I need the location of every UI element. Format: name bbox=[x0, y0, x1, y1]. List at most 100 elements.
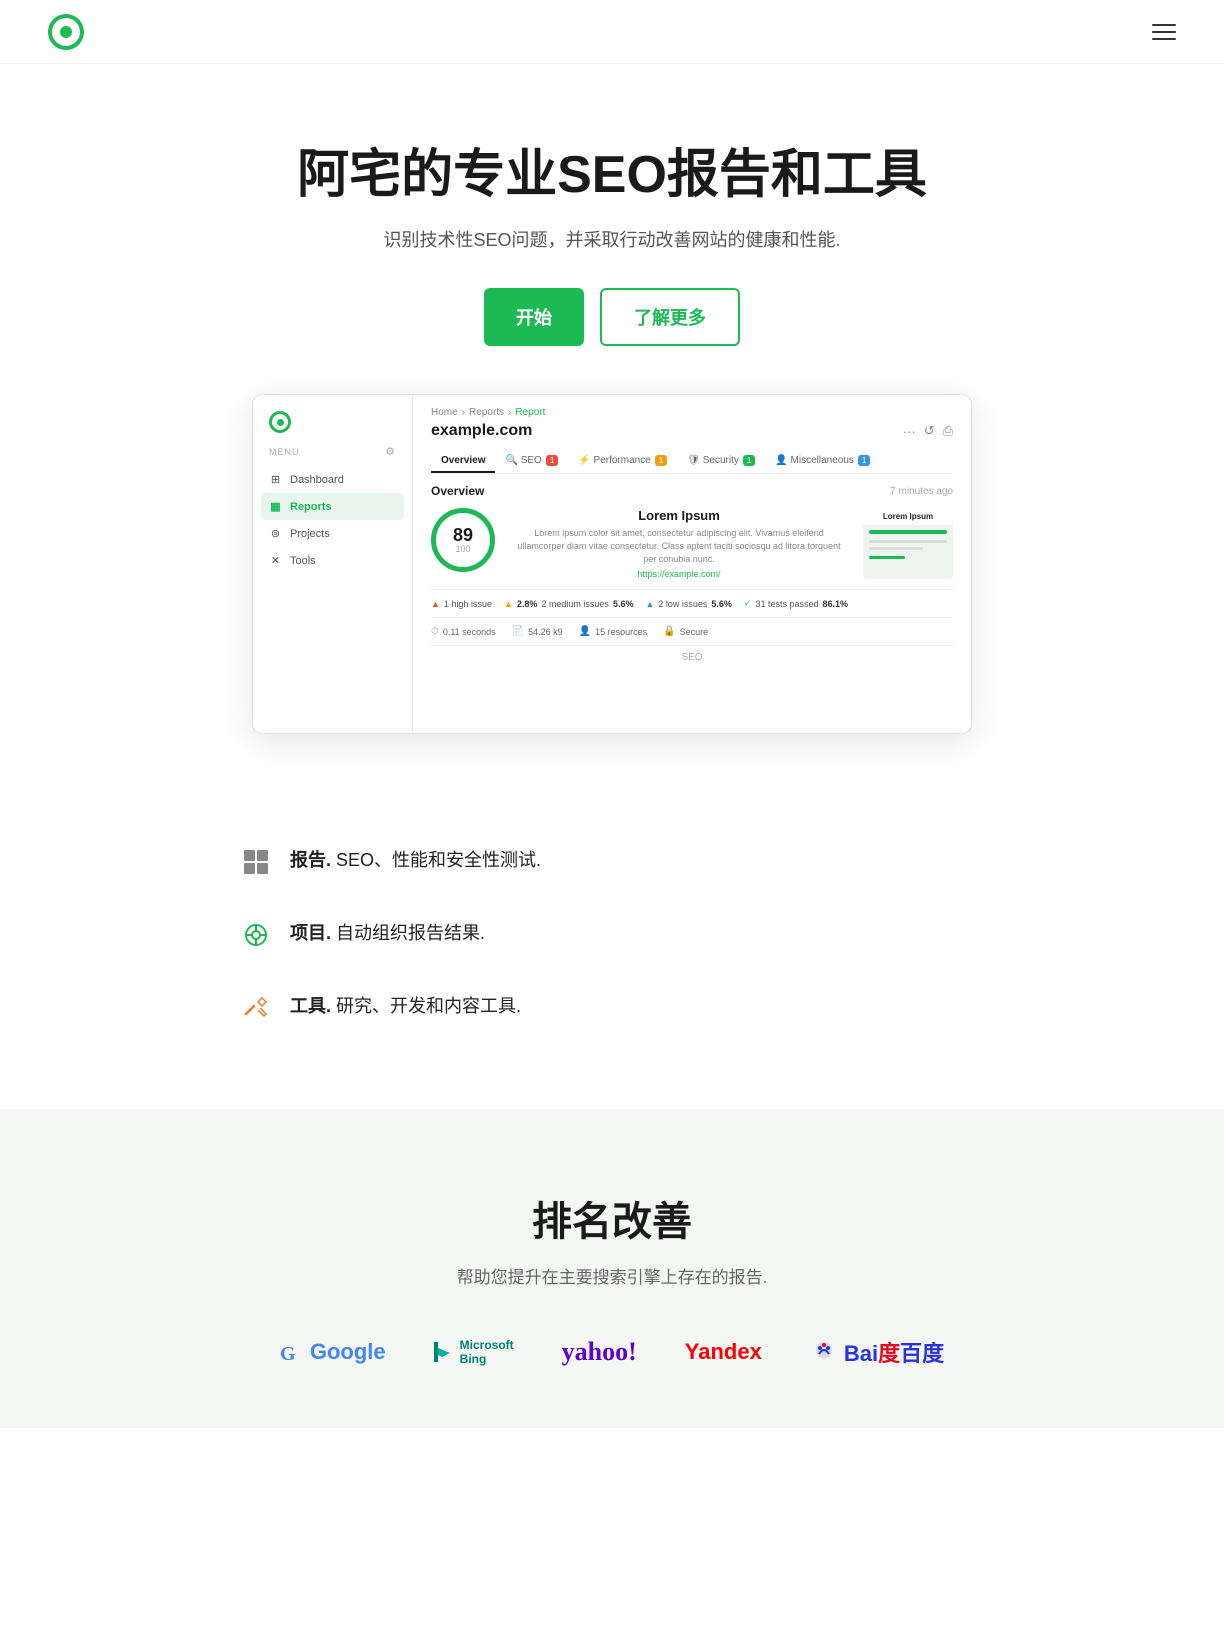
feature-projects: 项目. 自动组织报告结果. bbox=[242, 919, 982, 956]
print-icon[interactable]: ⎙ bbox=[943, 423, 953, 439]
yahoo-logo: yahoo! bbox=[562, 1337, 637, 1367]
dashboard-preview: MENU ⚙ ⊞ Dashboard ▦ Reports ⊚ Projects … bbox=[252, 394, 972, 734]
site-name: Lorem Ipsum bbox=[511, 508, 847, 523]
dash-logo-inner bbox=[277, 419, 284, 426]
navbar bbox=[0, 0, 1224, 64]
thumb-line-2 bbox=[869, 547, 923, 550]
site-desc: Lorem ipsum color sit amet, consectetur … bbox=[511, 527, 847, 565]
logo bbox=[48, 14, 84, 50]
low-issue: ▲ 2 low issues 5.6% bbox=[645, 598, 731, 609]
site-url[interactable]: https://example.com/ bbox=[511, 569, 847, 579]
feature-reports-title: 报告. bbox=[290, 850, 331, 870]
overview-header: Overview 7 minutes ago bbox=[431, 484, 953, 498]
projects-feature-icon bbox=[242, 921, 270, 956]
dashboard-main: Home › Reports › Report example.com ··· … bbox=[413, 395, 971, 733]
feature-projects-desc: 自动组织报告结果. bbox=[336, 923, 485, 943]
feature-reports: 报告. SEO、性能和安全性测试. bbox=[242, 846, 982, 883]
feature-projects-text: 项目. 自动组织报告结果. bbox=[290, 919, 485, 948]
dash-tabs: Overview 🔍 SEO 1 ⚡ Performance 1 🛡 Secur… bbox=[431, 450, 953, 474]
high-issue-icon: ▲ bbox=[431, 599, 440, 609]
score-circle: 89 100 bbox=[431, 508, 495, 572]
issues-row: ▲ 1 high issue ▲ 2.8% 2 medium issues 5.… bbox=[431, 589, 953, 609]
dashboard-sidebar: MENU ⚙ ⊞ Dashboard ▦ Reports ⊚ Projects … bbox=[253, 395, 413, 733]
hero-title: 阿宅的专业SEO报告和工具 bbox=[48, 144, 1176, 206]
tools-feature-icon bbox=[242, 994, 270, 1029]
site-title: example.com bbox=[431, 422, 532, 440]
dash-logo-circle bbox=[269, 411, 291, 433]
dash-menu-label: MENU ⚙ bbox=[253, 445, 412, 466]
sidebar-item-tools[interactable]: ✕ Tools bbox=[253, 547, 412, 574]
site-info: Lorem Ipsum Lorem ipsum color sit amet, … bbox=[511, 508, 847, 579]
google-logo: G Google bbox=[280, 1339, 386, 1365]
sidebar-item-projects[interactable]: ⊚ Projects bbox=[253, 520, 412, 547]
learn-more-button[interactable]: 了解更多 bbox=[600, 288, 740, 346]
hero-buttons: 开始 了解更多 bbox=[48, 288, 1176, 346]
svg-text:G: G bbox=[280, 1343, 296, 1364]
dash-logo bbox=[253, 411, 412, 445]
logo-inner bbox=[60, 26, 72, 38]
feature-tools-desc: 研究、开发和内容工具. bbox=[336, 996, 521, 1016]
tools-icon: ✕ bbox=[269, 554, 282, 567]
dash-actions: ··· ↺ ⎙ bbox=[903, 423, 953, 439]
tab-misc[interactable]: 👤 Miscellaneous 1 bbox=[765, 450, 880, 473]
menu-button[interactable] bbox=[1152, 24, 1176, 40]
thumb-line-1 bbox=[869, 540, 947, 543]
projects-icon: ⊚ bbox=[269, 527, 282, 540]
metrics-row: ⏱ 0.11 seconds 📄 54.26 k9 👤 15 resources… bbox=[431, 617, 953, 637]
tab-performance[interactable]: ⚡ Performance 1 bbox=[568, 450, 677, 473]
tab-overview[interactable]: Overview bbox=[431, 450, 495, 473]
low-issue-icon: ▲ bbox=[645, 599, 654, 609]
search-engines: G Google Microsoft Bing yahoo! Yandex bbox=[48, 1336, 1176, 1368]
overview-content: 89 100 Lorem Ipsum Lorem ipsum color sit… bbox=[431, 508, 953, 579]
settings-icon[interactable]: ⚙ bbox=[385, 445, 396, 458]
tests-passed: ✓ 31 tests passed 86.1% bbox=[744, 598, 848, 609]
security-badge: 1 bbox=[743, 455, 755, 466]
medium-issue: ▲ 2.8% 2 medium issues 5.6% bbox=[504, 598, 633, 609]
dash-title-row: example.com ··· ↺ ⎙ bbox=[431, 422, 953, 440]
baidu-logo: Bai度百度 bbox=[810, 1336, 944, 1368]
passed-icon: ✓ bbox=[744, 598, 752, 609]
breadcrumb: Home › Reports › Report bbox=[431, 407, 953, 418]
thumb-button bbox=[869, 556, 905, 559]
tab-security[interactable]: 🛡 Security 1 bbox=[677, 450, 765, 473]
metric-speed: ⏱ 0.11 seconds bbox=[431, 626, 496, 637]
score-denom: 100 bbox=[455, 544, 470, 554]
feature-projects-title: 项目. bbox=[290, 923, 331, 943]
size-icon: 📄 bbox=[512, 626, 524, 637]
features-section: 报告. SEO、性能和安全性测试. 项目. 自动组织报告结果. bbox=[162, 846, 1062, 1029]
overview-time: 7 minutes ago bbox=[890, 486, 953, 497]
feature-tools-text: 工具. 研究、开发和内容工具. bbox=[290, 992, 521, 1021]
metric-security: 🔒 Secure bbox=[663, 626, 708, 637]
feature-tools-title: 工具. bbox=[290, 996, 331, 1016]
thumb-bar bbox=[869, 530, 947, 534]
thumb-title: Lorem Ipsum bbox=[863, 508, 953, 526]
refresh-icon[interactable]: ↺ bbox=[924, 423, 935, 439]
ranking-section: 排名改善 帮助您提升在主要搜索引擎上存在的报告. G Google Micros… bbox=[0, 1109, 1224, 1428]
hero-subtitle: 识别技术性SEO问题，并采取行动改善网站的健康和性能. bbox=[48, 226, 1176, 252]
more-options-icon[interactable]: ··· bbox=[903, 424, 916, 439]
hero-section: 阿宅的专业SEO报告和工具 识别技术性SEO问题，并采取行动改善网站的健康和性能… bbox=[0, 64, 1224, 782]
dash-section-label: SEO bbox=[431, 645, 953, 663]
performance-badge: 1 bbox=[655, 455, 667, 466]
metric-size: 📄 54.26 k9 bbox=[512, 626, 563, 637]
feature-reports-desc: SEO、性能和安全性测试. bbox=[336, 850, 541, 870]
sidebar-item-reports[interactable]: ▦ Reports bbox=[261, 493, 404, 520]
reports-icon: ▦ bbox=[269, 500, 282, 513]
bing-logo: Microsoft Bing bbox=[434, 1338, 514, 1366]
secure-icon: 🔒 bbox=[663, 626, 675, 637]
tab-seo[interactable]: 🔍 SEO 1 bbox=[495, 450, 568, 473]
reports-feature-icon bbox=[242, 848, 270, 883]
sidebar-item-dashboard[interactable]: ⊞ Dashboard bbox=[253, 466, 412, 493]
dashboard-icon: ⊞ bbox=[269, 473, 282, 486]
speed-icon: ⏱ bbox=[431, 626, 439, 637]
start-button[interactable]: 开始 bbox=[484, 288, 584, 346]
medium-issue-icon: ▲ bbox=[504, 599, 513, 609]
misc-badge: 1 bbox=[858, 455, 870, 466]
yandex-logo: Yandex bbox=[685, 1339, 762, 1365]
site-thumbnail: Lorem Ipsum bbox=[863, 508, 953, 579]
feature-reports-text: 报告. SEO、性能和安全性测试. bbox=[290, 846, 541, 875]
overview-label: Overview bbox=[431, 484, 484, 498]
seo-badge: 1 bbox=[546, 455, 558, 466]
score-number: 89 bbox=[453, 526, 473, 544]
ranking-title: 排名改善 bbox=[48, 1189, 1176, 1247]
